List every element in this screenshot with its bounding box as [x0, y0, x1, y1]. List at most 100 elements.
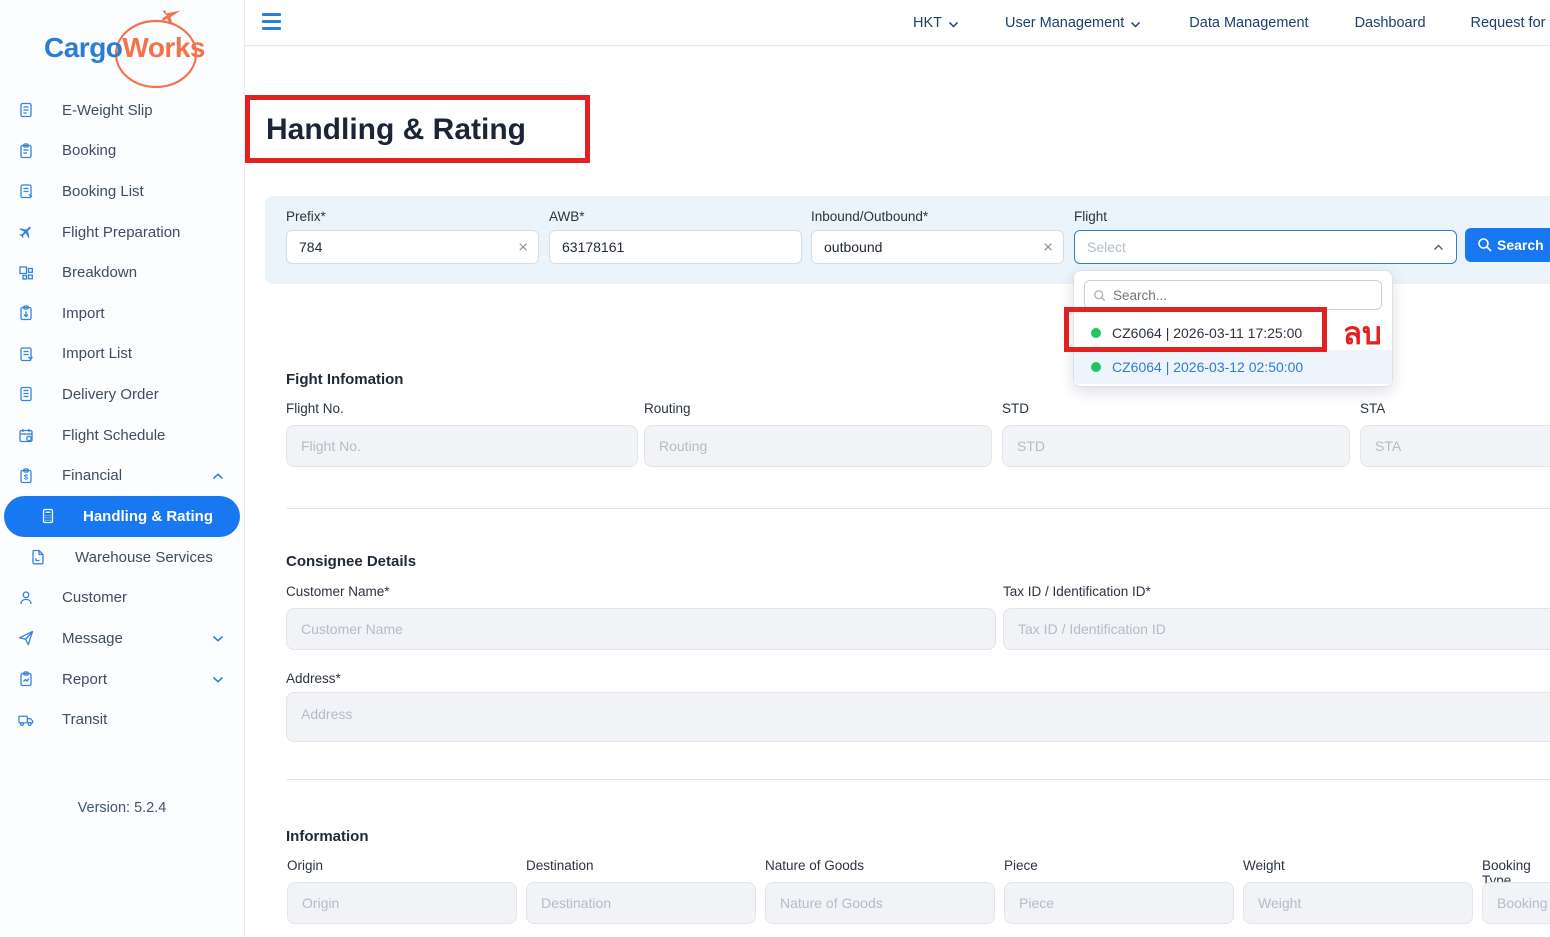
tax-id-field[interactable]: Tax ID / Identification ID — [1003, 608, 1550, 650]
brand-name: CargoWorks — [44, 32, 205, 64]
customer-name-placeholder: Customer Name — [301, 621, 403, 637]
sidebar-item-label: Customer — [62, 589, 127, 606]
topbar: HKT User Management Data Management Dash… — [245, 0, 1550, 46]
nature-of-goods-placeholder: Nature of Goods — [780, 895, 883, 911]
transit-icon — [18, 712, 34, 728]
flight-no-field[interactable]: Flight No. — [286, 425, 638, 467]
dropdown-search-wrap — [1084, 280, 1382, 310]
search-button[interactable]: Search — [1465, 228, 1550, 262]
sidebar-item-booking-list[interactable]: Booking List — [0, 171, 244, 212]
std-field[interactable]: STD — [1002, 425, 1350, 467]
sidebar-item-import-list[interactable]: Import List — [0, 334, 244, 375]
address-field[interactable]: Address — [286, 692, 1550, 742]
piece-label: Piece — [1004, 858, 1038, 873]
topnav-request-support[interactable]: Request for Support — [1471, 15, 1550, 31]
status-dot-green — [1091, 362, 1101, 372]
sidebar-item-label: Booking List — [62, 183, 144, 200]
sidebar-item-label: Import — [62, 305, 105, 322]
sidebar-item-flight-schedule[interactable]: Flight Schedule — [0, 415, 244, 456]
topnav-station[interactable]: HKT — [913, 14, 959, 32]
std-label: STD — [1002, 401, 1029, 416]
sidebar-item-warehouse-services[interactable]: Warehouse Services — [0, 537, 244, 578]
sidebar-item-message[interactable]: Message — [0, 618, 244, 659]
clear-inbound-outbound-icon[interactable]: × — [1043, 239, 1053, 256]
origin-field[interactable]: Origin — [287, 882, 517, 924]
customer-name-field[interactable]: Customer Name — [286, 608, 996, 650]
topnav-request-support-label: Request for Support — [1471, 15, 1550, 31]
flight-no-placeholder: Flight No. — [301, 438, 361, 454]
sidebar-item-label: Delivery Order — [62, 386, 159, 403]
awb-input[interactable] — [550, 231, 801, 263]
piece-field[interactable]: Piece — [1004, 882, 1234, 924]
booking-icon — [18, 143, 34, 159]
sta-placeholder: STA — [1375, 438, 1401, 454]
flight-field-group: Flight Select — [1074, 209, 1457, 264]
import-list-icon — [18, 346, 34, 362]
destination-field[interactable]: Destination — [526, 882, 756, 924]
sidebar-item-report[interactable]: Report — [0, 659, 244, 700]
weight-field[interactable]: Weight — [1243, 882, 1473, 924]
sidebar-item-customer[interactable]: Customer — [0, 578, 244, 619]
sidebar-item-label: Handling & Rating — [83, 508, 213, 525]
prefix-input-wrap: × — [286, 230, 539, 264]
sidebar-item-financial[interactable]: $ Financial — [0, 455, 244, 496]
flight-label: Flight — [1074, 209, 1457, 224]
divider — [286, 508, 1550, 509]
sidebar-item-breakdown[interactable]: Breakdown — [0, 252, 244, 293]
sidebar-item-handling-rating[interactable]: Handling & Rating — [4, 496, 240, 537]
sidebar-item-booking[interactable]: Booking — [0, 131, 244, 172]
flight-select[interactable]: Select — [1074, 230, 1457, 264]
flight-select-placeholder: Select — [1087, 239, 1126, 255]
nature-of-goods-field[interactable]: Nature of Goods — [765, 882, 995, 924]
booking-type-field[interactable]: Booking Type — [1482, 882, 1550, 924]
prefix-field-group: Prefix* × — [286, 209, 539, 264]
flight-preparation-icon — [18, 224, 34, 240]
weight-slip-icon — [18, 102, 34, 118]
sidebar: CargoWorks E-Weight Slip Booking Booking… — [0, 0, 245, 937]
weight-placeholder: Weight — [1258, 895, 1301, 911]
inbound-outbound-value[interactable] — [812, 231, 1063, 263]
topnav-data-management[interactable]: Data Management — [1189, 15, 1308, 31]
routing-field[interactable]: Routing — [644, 425, 992, 467]
sidebar-item-flight-preparation[interactable]: Flight Preparation — [0, 212, 244, 253]
clear-prefix-icon[interactable]: × — [518, 239, 528, 256]
topnav-user-management-label: User Management — [1005, 15, 1124, 31]
chevron-down-icon — [212, 630, 224, 647]
awb-input-wrap — [549, 230, 802, 264]
chevron-down-icon — [1130, 16, 1141, 32]
section-title-information: Information — [286, 828, 369, 845]
sta-field[interactable]: STA — [1360, 425, 1550, 467]
flight-option-label: CZ6064 | 2026-03-12 02:50:00 — [1112, 359, 1303, 375]
hamburger-menu-icon[interactable] — [262, 13, 281, 30]
chevron-up-icon — [1433, 238, 1444, 256]
inbound-outbound-select[interactable]: × — [811, 230, 1064, 264]
sidebar-item-transit[interactable]: Transit — [0, 699, 244, 740]
import-icon — [18, 305, 34, 321]
piece-placeholder: Piece — [1019, 895, 1054, 911]
sidebar-item-import[interactable]: Import — [0, 293, 244, 334]
tax-id-label: Tax ID / Identification ID* — [1003, 584, 1151, 599]
sidebar-item-label: Transit — [62, 711, 107, 728]
sidebar-item-label: Booking — [62, 142, 116, 159]
sidebar-item-e-weight-slip[interactable]: E-Weight Slip — [0, 90, 244, 131]
awb-label: AWB* — [549, 209, 802, 224]
svg-text:$: $ — [24, 472, 29, 481]
sidebar-item-label: Report — [62, 671, 107, 688]
top-navigation: HKT User Management Data Management Dash… — [913, 0, 1550, 46]
std-placeholder: STD — [1017, 438, 1045, 454]
sidebar-item-delivery-order[interactable]: Delivery Order — [0, 374, 244, 415]
sidebar-item-label: Flight Preparation — [62, 224, 180, 241]
topnav-dashboard[interactable]: Dashboard — [1355, 15, 1426, 31]
page-title: Handling & Rating — [266, 113, 526, 147]
dropdown-search-input[interactable] — [1085, 281, 1381, 309]
financial-icon: $ — [18, 468, 34, 484]
tax-id-placeholder: Tax ID / Identification ID — [1018, 621, 1166, 637]
report-icon — [18, 671, 34, 687]
awb-field-group: AWB* — [549, 209, 802, 264]
prefix-input[interactable] — [287, 231, 538, 263]
topnav-user-management[interactable]: User Management — [1005, 14, 1141, 32]
prefix-label: Prefix* — [286, 209, 539, 224]
warehouse-services-icon — [30, 549, 46, 565]
sidebar-item-label: Message — [62, 630, 123, 647]
sidebar-item-label: Flight Schedule — [62, 427, 165, 444]
